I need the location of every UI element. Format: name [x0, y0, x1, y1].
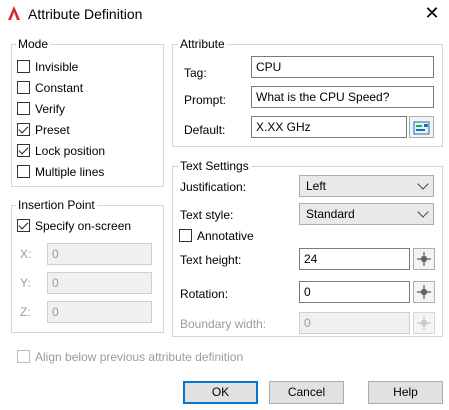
- mode-checkbox-label: Preset: [35, 123, 70, 137]
- rotation-input[interactable]: 0: [299, 281, 410, 303]
- default-input[interactable]: X.XX GHz: [251, 116, 407, 138]
- close-button[interactable]: ✕: [418, 2, 446, 24]
- insert-field-icon: [413, 121, 430, 135]
- text-style-select[interactable]: Standard: [299, 203, 434, 225]
- window-title: Attribute Definition: [28, 6, 143, 22]
- specify-on-screen-checkbox[interactable]: [17, 219, 30, 232]
- mode-checkbox-label: Constant: [35, 81, 84, 95]
- autocad-app-icon: [8, 6, 20, 20]
- boundary-width-label: Boundary width:: [180, 317, 267, 331]
- text-height-pick-button[interactable]: [413, 248, 435, 270]
- tag-label: Tag:: [184, 66, 207, 80]
- mode-checkbox-label: Invisible: [35, 60, 79, 74]
- cancel-button[interactable]: Cancel: [269, 381, 344, 404]
- mode-checkbox-5[interactable]: [17, 165, 30, 178]
- text-style-label: Text style:: [180, 208, 234, 222]
- align-below-label: Align below previous attribute definitio…: [35, 350, 244, 364]
- z-label: Z:: [20, 305, 31, 319]
- x-input[interactable]: 0: [47, 243, 152, 265]
- x-label: X:: [20, 247, 32, 261]
- mode-checkbox-0[interactable]: [17, 60, 30, 73]
- default-label: Default:: [184, 123, 226, 137]
- insert-field-button[interactable]: [409, 116, 434, 138]
- rotation-pick-button[interactable]: [413, 281, 435, 303]
- help-button[interactable]: Help: [368, 381, 443, 404]
- text-settings-legend: Text Settings: [178, 159, 251, 173]
- crosshair-pick-icon: [417, 252, 431, 266]
- y-label: Y:: [20, 276, 31, 290]
- annotative-label: Annotative: [197, 229, 254, 243]
- align-below-checkbox[interactable]: [17, 350, 30, 363]
- justification-select[interactable]: Left: [299, 175, 434, 197]
- boundary-width-input[interactable]: 0: [299, 312, 410, 334]
- crosshair-pick-icon: [417, 316, 431, 330]
- mode-checkbox-1[interactable]: [17, 81, 30, 94]
- text-height-label: Text height:: [180, 253, 242, 267]
- annotative-checkbox[interactable]: [179, 229, 192, 242]
- title-bar: Attribute Definition ✕: [0, 0, 449, 28]
- crosshair-pick-icon: [417, 285, 431, 299]
- mode-checkbox-4[interactable]: [17, 144, 30, 157]
- mode-checkbox-label: Verify: [35, 102, 66, 116]
- tag-input[interactable]: CPU: [251, 56, 434, 78]
- justification-label: Justification:: [180, 180, 247, 194]
- chevron-down-icon: [417, 178, 429, 190]
- chevron-down-icon: [417, 206, 429, 218]
- prompt-input[interactable]: What is the CPU Speed?: [251, 86, 434, 108]
- rotation-label: Rotation:: [180, 287, 229, 301]
- mode-checkbox-label: Lock position: [35, 144, 106, 158]
- ok-button[interactable]: OK: [183, 381, 258, 404]
- close-icon: ✕: [424, 3, 440, 23]
- prompt-label: Prompt:: [184, 93, 227, 107]
- specify-on-screen-label: Specify on-screen: [35, 219, 132, 233]
- mode-checkbox-2[interactable]: [17, 102, 30, 115]
- boundary-width-pick-button[interactable]: [413, 312, 435, 334]
- insertion-point-legend: Insertion Point: [16, 198, 97, 212]
- z-input[interactable]: 0: [47, 301, 152, 323]
- mode-legend: Mode: [16, 37, 51, 51]
- attribute-legend: Attribute: [178, 37, 227, 51]
- text-height-input[interactable]: 24: [299, 248, 410, 270]
- y-input[interactable]: 0: [47, 272, 152, 294]
- mode-checkbox-3[interactable]: [17, 123, 30, 136]
- mode-checkbox-label: Multiple lines: [35, 165, 105, 179]
